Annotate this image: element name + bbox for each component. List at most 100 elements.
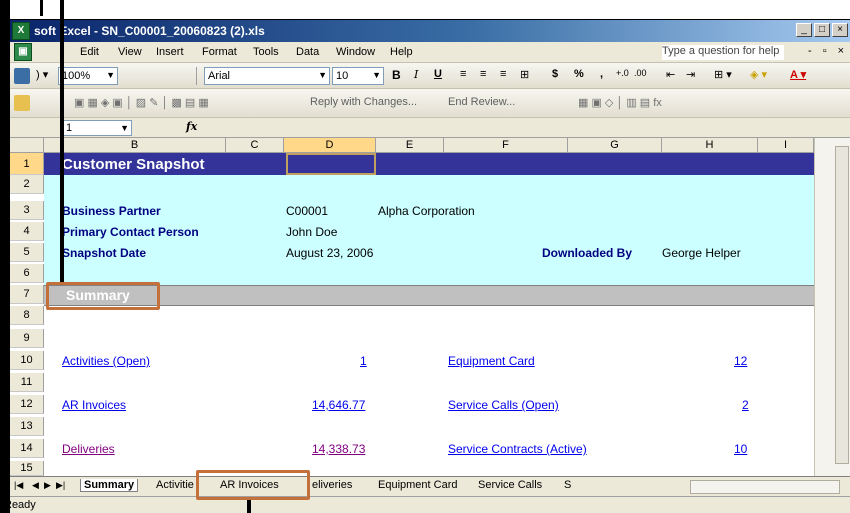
worksheet-grid[interactable]: Customer Snapshot Business Partner C0000…	[44, 153, 814, 476]
service-calls-link[interactable]: Service Calls (Open)	[448, 398, 559, 412]
font-select[interactable]: Arial ▼	[204, 67, 330, 85]
row-header[interactable]: 14	[10, 439, 44, 458]
reviewing-toolbar: ▣ ▦ ◈ ▣ │ ▨ ✎ │ ▩ ▤ ▦ Reply with Changes…	[10, 89, 850, 118]
activities-count-link[interactable]: 1	[360, 354, 367, 368]
row-header[interactable]: 13	[10, 417, 44, 436]
prev-sheet-icon[interactable]: ◀	[32, 480, 39, 491]
excel-icon[interactable]: X	[12, 22, 30, 40]
select-all-corner[interactable]	[10, 138, 44, 153]
horizontal-scrollbar[interactable]	[690, 480, 840, 494]
row-header[interactable]: 5	[10, 243, 44, 262]
vertical-scrollbar[interactable]	[814, 138, 850, 476]
menu-edit[interactable]: Edit	[80, 46, 99, 58]
row-header[interactable]: 4	[10, 222, 44, 241]
last-sheet-icon[interactable]: ▶|	[56, 480, 65, 491]
column-header-c[interactable]: C	[226, 138, 284, 153]
merge-center-icon[interactable]: ⊞	[520, 68, 529, 81]
deliveries-total-link[interactable]: 14,338.73	[312, 442, 365, 456]
font-color-icon[interactable]: A ▾	[790, 68, 806, 81]
date-value: August 23, 2006	[286, 246, 374, 260]
tab-service-calls[interactable]: Service Calls	[478, 479, 542, 491]
minimize-button[interactable]: _	[796, 23, 812, 37]
comma-button[interactable]: ,	[600, 68, 603, 80]
activities-link[interactable]: Activities (Open)	[62, 354, 150, 368]
row-header[interactable]: 6	[10, 264, 44, 283]
ar-invoices-total-link[interactable]: 14,646.77	[312, 398, 365, 412]
zoom-select[interactable]: 100% ▼	[58, 67, 118, 85]
save-icon[interactable]	[14, 68, 30, 84]
row-header[interactable]: 7	[10, 285, 44, 304]
row-header[interactable]: 2	[10, 175, 44, 194]
align-left-icon[interactable]: ≡	[460, 68, 466, 80]
column-header-e[interactable]: E	[376, 138, 444, 153]
menu-tools[interactable]: Tools	[253, 46, 279, 58]
column-header-f[interactable]: F	[444, 138, 568, 153]
equipment-count-link[interactable]: 12	[734, 354, 747, 368]
font-size-select[interactable]: 10 ▼	[332, 67, 384, 85]
deliveries-link[interactable]: Deliveries	[62, 442, 115, 456]
underline-button[interactable]: U	[434, 68, 442, 80]
drawing-icons[interactable]: ▦ ▣ ◇ │ ▥ ▤ fx	[578, 96, 662, 109]
row-header[interactable]: 8	[10, 306, 44, 325]
close-button[interactable]: ×	[832, 23, 848, 37]
row-header[interactable]: 10	[10, 351, 44, 370]
italic-button[interactable]: I	[414, 68, 418, 81]
service-contracts-count-link[interactable]: 10	[734, 442, 747, 456]
ar-invoices-link[interactable]: AR Invoices	[62, 398, 126, 412]
menu-data[interactable]: Data	[296, 46, 319, 58]
name-box[interactable]: 1 ▼	[62, 120, 132, 136]
undo-icon[interactable]: ) ▾	[36, 68, 48, 81]
row-header[interactable]: 9	[10, 329, 44, 348]
end-review-button[interactable]: End Review...	[448, 96, 515, 108]
column-header-i[interactable]: I	[758, 138, 814, 153]
first-sheet-icon[interactable]: |◀	[14, 480, 23, 491]
menu-help[interactable]: Help	[390, 46, 413, 58]
row-header[interactable]: 15	[10, 461, 44, 476]
row-header[interactable]: 11	[10, 373, 44, 392]
fill-color-icon[interactable]: ◈ ▾	[750, 68, 767, 81]
name-box-value: 1	[66, 122, 73, 134]
row-header[interactable]: 1	[10, 153, 44, 175]
document-window-controls[interactable]: - ▫ ×	[808, 45, 848, 57]
service-contracts-link[interactable]: Service Contracts (Active)	[448, 442, 587, 456]
menu-format[interactable]: Format	[202, 46, 237, 58]
align-right-icon[interactable]: ≡	[500, 68, 506, 80]
increase-decimal-icon[interactable]: +.0	[616, 68, 629, 78]
currency-button[interactable]: $	[552, 68, 558, 80]
column-header-b[interactable]: B	[44, 138, 226, 153]
service-calls-count-link[interactable]: 2	[742, 398, 749, 412]
tab-summary[interactable]: Summary	[80, 479, 139, 492]
help-search-input[interactable]: Type a question for help	[662, 45, 784, 60]
decrease-decimal-icon[interactable]: .00	[634, 68, 647, 78]
row-header[interactable]: 12	[10, 395, 44, 414]
menu-window[interactable]: Window	[336, 46, 375, 58]
bold-button[interactable]: B	[392, 68, 401, 82]
folder-icon[interactable]	[14, 95, 30, 111]
scroll-thumb[interactable]	[835, 146, 849, 464]
review-icons[interactable]: ▣ ▦ ◈ ▣ │ ▨ ✎ │ ▩ ▤ ▦	[74, 96, 209, 109]
tab-equipment-card[interactable]: Equipment Card	[378, 479, 458, 491]
active-cell[interactable]	[286, 153, 376, 175]
fx-icon[interactable]: fx	[186, 120, 197, 133]
font-size-value: 10	[336, 70, 349, 82]
align-center-icon[interactable]: ≡	[480, 68, 486, 80]
decrease-indent-icon[interactable]: ⇤	[666, 68, 675, 81]
maximize-button[interactable]: □	[814, 23, 830, 37]
sheet-tab-bar: |◀ ◀ ▶ ▶| Summary Activitie AR Invoices …	[10, 476, 850, 496]
menu-insert[interactable]: Insert	[156, 46, 184, 58]
row-header[interactable]: 3	[10, 201, 44, 220]
equipment-link[interactable]: Equipment Card	[448, 354, 535, 368]
column-header-g[interactable]: G	[568, 138, 662, 153]
next-sheet-icon[interactable]: ▶	[44, 480, 51, 491]
tab-more[interactable]: S	[564, 479, 571, 491]
reply-with-changes-button[interactable]: Reply with Changes...	[310, 96, 417, 108]
column-header-d[interactable]: D	[284, 138, 376, 153]
column-header-h[interactable]: H	[662, 138, 758, 153]
borders-icon[interactable]: ⊞ ▾	[714, 68, 732, 81]
percent-button[interactable]: %	[574, 68, 584, 80]
workbook-icon[interactable]: ▣	[14, 43, 32, 61]
tab-activities[interactable]: Activitie	[156, 479, 194, 491]
menu-view[interactable]: View	[118, 46, 142, 58]
tab-deliveries[interactable]: eliveries	[312, 479, 352, 491]
increase-indent-icon[interactable]: ⇥	[686, 68, 695, 81]
